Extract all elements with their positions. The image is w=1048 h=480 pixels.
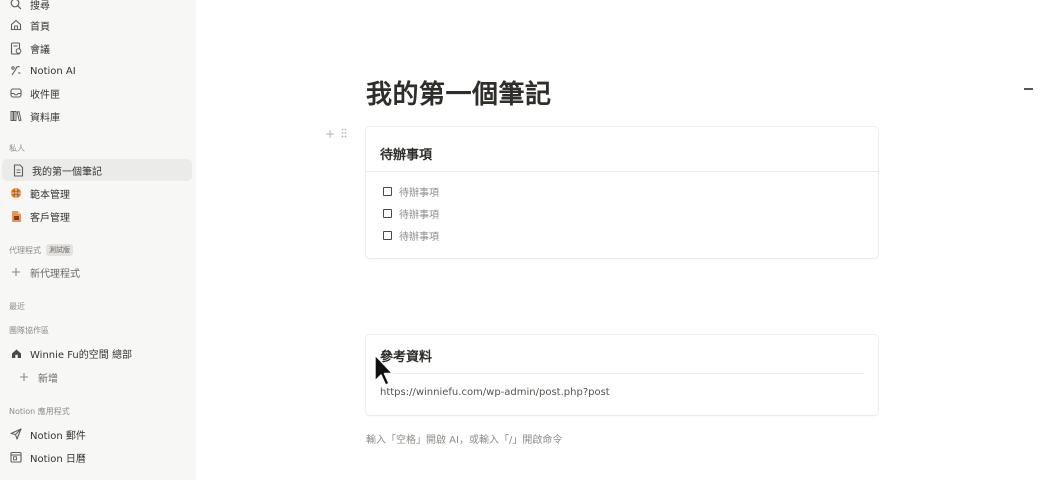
add-page-button[interactable]: 新增 bbox=[0, 366, 190, 388]
sidebar-item-search[interactable]: 搜尋 bbox=[0, 0, 190, 15]
section-label-apps: Notion 應用程式 bbox=[9, 407, 70, 416]
checkbox[interactable] bbox=[383, 187, 392, 196]
card-divider bbox=[380, 373, 864, 374]
section-label-teamspace: 團隊協作區 bbox=[9, 326, 49, 335]
template-icon bbox=[9, 186, 23, 200]
add-block-icon[interactable]: + bbox=[325, 127, 335, 141]
mouse-pointer-icon bbox=[374, 354, 394, 392]
sidebar-item-templates[interactable]: 範本管理 bbox=[0, 182, 190, 204]
empty-block-placeholder[interactable]: 輸入「空格」開啟 AI，或輸入「/」開啟命令 bbox=[366, 431, 562, 446]
client-icon bbox=[9, 209, 23, 223]
sidebar-item-label: 我的第一個筆記 bbox=[32, 166, 102, 178]
sidebar-item-home[interactable]: 首頁 bbox=[0, 14, 190, 36]
section-label-private: 私人 bbox=[9, 144, 25, 153]
sidebar-item-first-note[interactable]: 我的第一個筆記 bbox=[2, 159, 192, 181]
todo-card: 待辦事項 待辦事項 待辦事項 待辦事項 bbox=[366, 127, 878, 258]
new-agent-label: 新代理程式 bbox=[30, 268, 80, 280]
card-divider bbox=[366, 171, 878, 172]
sidebar-item-notion-mail[interactable]: Notion 郵件 bbox=[0, 423, 190, 445]
sidebar-item-label: 資料庫 bbox=[30, 112, 60, 124]
todo-item[interactable]: 待辦事項 bbox=[383, 184, 439, 199]
meeting-notes-icon bbox=[9, 41, 23, 55]
sidebar-item-label: Winnie Fu的空間 總部 bbox=[30, 349, 132, 361]
sidebar-item-label: Notion AI bbox=[30, 65, 76, 77]
checkbox[interactable] bbox=[383, 231, 392, 240]
new-agent-button[interactable]: 新代理程式 bbox=[0, 261, 190, 283]
reference-card: 參考資料 https://winniefu.com/wp-admin/post.… bbox=[366, 335, 878, 415]
sidebar-item-library[interactable]: 資料庫 bbox=[0, 105, 190, 127]
plus-icon bbox=[9, 265, 23, 279]
todo-text[interactable]: 待辦事項 bbox=[399, 206, 439, 221]
sidebar-item-inbox[interactable]: 收件匣 bbox=[0, 82, 190, 104]
inbox-icon bbox=[9, 86, 23, 100]
section-label-agents: 代理程式 測試版 bbox=[9, 244, 73, 256]
sidebar-item-label: 會議 bbox=[30, 44, 50, 56]
home-icon bbox=[9, 18, 23, 32]
todo-item[interactable]: 待辦事項 bbox=[383, 228, 439, 243]
sidebar-item-notion-calendar[interactable]: Notion 日曆 bbox=[0, 446, 190, 468]
sidebar-item-label: 範本管理 bbox=[30, 189, 70, 201]
search-icon bbox=[9, 0, 23, 11]
page-content: 我的第一個筆記 + 待辦事項 待辦事項 待辦事項 待辦事項 參考資料 https… bbox=[196, 0, 1048, 480]
todo-item[interactable]: 待辦事項 bbox=[383, 206, 439, 221]
sidebar-item-label: 搜尋 bbox=[30, 0, 50, 12]
library-icon bbox=[9, 109, 23, 123]
mail-send-icon bbox=[9, 427, 23, 441]
sidebar-item-label: Notion 日曆 bbox=[30, 453, 86, 465]
sidebar: 搜尋 首頁 會議 Notion AI 收件匣 資料庫 私人 我的第一個筆記 範本… bbox=[0, 0, 196, 480]
sidebar-item-label: 首頁 bbox=[30, 21, 50, 33]
sidebar-item-workspace-hq[interactable]: Winnie Fu的空間 總部 bbox=[0, 342, 190, 364]
beta-badge: 測試版 bbox=[46, 244, 73, 256]
checkbox[interactable] bbox=[383, 209, 392, 218]
minimize-icon[interactable] bbox=[1024, 88, 1033, 90]
todo-text[interactable]: 待辦事項 bbox=[399, 184, 439, 199]
sidebar-item-clients[interactable]: 客戶管理 bbox=[0, 205, 190, 227]
add-new-label: 新增 bbox=[38, 373, 58, 385]
drag-handle-icon[interactable] bbox=[341, 127, 347, 141]
reference-link[interactable]: https://winniefu.com/wp-admin/post.php?p… bbox=[380, 387, 610, 398]
block-handles: + bbox=[325, 127, 347, 141]
house-icon bbox=[9, 346, 23, 360]
ai-face-icon bbox=[9, 64, 23, 78]
todo-card-title[interactable]: 待辦事項 bbox=[380, 144, 432, 163]
page-title[interactable]: 我的第一個筆記 bbox=[366, 74, 552, 111]
calendar-icon bbox=[9, 450, 23, 464]
sidebar-item-label: 客戶管理 bbox=[30, 212, 70, 224]
page-icon bbox=[11, 163, 25, 177]
section-label-recent: 最近 bbox=[9, 302, 25, 311]
todo-text[interactable]: 待辦事項 bbox=[399, 228, 439, 243]
plus-icon bbox=[17, 370, 31, 384]
sidebar-item-notion-ai[interactable]: Notion AI bbox=[0, 60, 190, 82]
sidebar-item-label: 收件匣 bbox=[30, 89, 60, 101]
sidebar-item-label: Notion 郵件 bbox=[30, 430, 86, 442]
sidebar-item-meetings[interactable]: 會議 bbox=[0, 37, 190, 59]
